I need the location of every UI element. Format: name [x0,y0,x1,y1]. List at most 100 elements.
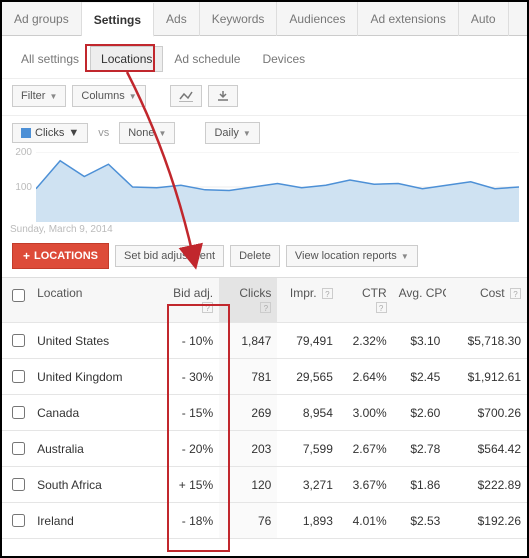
subtab-ad-schedule[interactable]: Ad schedule [163,46,251,72]
tab-keywords[interactable]: Keywords [200,2,278,36]
row-checkbox[interactable] [12,334,25,347]
chart-svg [36,152,519,222]
row-checkbox[interactable] [12,406,25,419]
cell-avg-cpc: $1.86 [393,467,447,503]
columns-dropdown[interactable]: Columns ▼ [72,85,145,107]
row-checkbox[interactable] [12,370,25,383]
tab-ad-groups[interactable]: Ad groups [2,2,82,36]
chart-type-button[interactable] [170,85,202,107]
caret-down-icon: ▼ [49,92,57,101]
row-checkbox-cell [2,503,31,539]
header-impr[interactable]: Impr. ? [277,278,339,323]
tabs-top: Ad groupsSettingsAdsKeywordsAudiencesAd … [2,2,527,36]
cell-bid-adj: + 15% [154,467,219,503]
granularity-label: Daily [214,127,238,139]
table-row[interactable]: Australia- 20%2037,5992.67%$2.78$564.42 [2,431,527,467]
cell-cost: $192.26 [446,503,527,539]
chart-controls: Clicks ▼ vs None ▼ Daily ▼ [2,116,527,150]
cell-ctr: 2.32% [339,323,393,359]
cell-cost: $1,912.61 [446,359,527,395]
table-row[interactable]: United States- 10%1,84779,4912.32%$3.10$… [2,323,527,359]
table-row[interactable]: Ireland- 18%761,8934.01%$2.53$192.26 [2,503,527,539]
help-icon[interactable]: ? [260,302,271,313]
add-locations-label: LOCATIONS [34,250,98,262]
row-checkbox-cell [2,323,31,359]
view-location-reports-dropdown[interactable]: View location reports ▼ [286,245,418,267]
set-bid-adjustment-button[interactable]: Set bid adjustment [115,245,224,267]
cell-location: South Africa [31,467,154,503]
subtab-locations[interactable]: Locations [90,46,163,72]
tab-auto[interactable]: Auto [459,2,509,36]
cell-avg-cpc: $2.60 [393,395,447,431]
add-locations-button[interactable]: + LOCATIONS [12,243,109,269]
table-header-row: Location Bid adj.? Clicks? Impr. ? CTR? … [2,278,527,323]
subtab-all-settings[interactable]: All settings [10,46,90,72]
header-ctr[interactable]: CTR? [339,278,393,323]
filter-dropdown[interactable]: Filter ▼ [12,85,66,107]
help-icon[interactable]: ? [376,302,387,313]
cell-clicks: 76 [219,503,277,539]
chart-area: 200 100 [36,152,519,222]
header-cost[interactable]: Cost ? [446,278,527,323]
metric-secondary-dropdown[interactable]: None ▼ [119,122,175,144]
table-row[interactable]: South Africa+ 15%1203,2713.67%$1.86$222.… [2,467,527,503]
metric-primary-dropdown[interactable]: Clicks ▼ [12,123,88,143]
set-bid-label: Set bid adjustment [124,250,215,262]
header-location[interactable]: Location [31,278,154,323]
chart-date-label: Sunday, March 9, 2014 [2,222,527,235]
table-row[interactable]: United Kingdom- 30%78129,5652.64%$2.45$1… [2,359,527,395]
metric-primary-label: Clicks [35,127,64,139]
header-checkbox-cell [2,278,31,323]
download-button[interactable] [208,85,238,107]
delete-label: Delete [239,250,271,262]
locations-table-wrap: Location Bid adj.? Clicks? Impr. ? CTR? … [2,277,527,539]
plus-icon: + [23,251,30,261]
cell-clicks: 781 [219,359,277,395]
tab-ad-extensions[interactable]: Ad extensions [358,2,458,36]
row-checkbox[interactable] [12,514,25,527]
cell-cost: $700.26 [446,395,527,431]
cell-impr: 29,565 [277,359,339,395]
tab-ads[interactable]: Ads [154,2,200,36]
cell-location: Canada [31,395,154,431]
granularity-dropdown[interactable]: Daily ▼ [205,122,259,144]
actions-row: + LOCATIONS Set bid adjustment Delete Vi… [2,235,527,277]
table-row[interactable]: Canada- 15%2698,9543.00%$2.60$700.26 [2,395,527,431]
cell-avg-cpc: $2.45 [393,359,447,395]
select-all-checkbox[interactable] [12,289,25,302]
cell-avg-cpc: $2.53 [393,503,447,539]
caret-down-icon: ▼ [68,127,79,139]
cell-location: United Kingdom [31,359,154,395]
cell-clicks: 269 [219,395,277,431]
chart-ytick: 100 [15,182,32,193]
row-checkbox[interactable] [12,442,25,455]
cell-impr: 8,954 [277,395,339,431]
cell-location: Ireland [31,503,154,539]
help-icon[interactable]: ? [322,288,333,299]
cell-ctr: 2.64% [339,359,393,395]
delete-button[interactable]: Delete [230,245,280,267]
row-checkbox-cell [2,395,31,431]
row-checkbox[interactable] [12,478,25,491]
help-icon[interactable]: ? [202,302,213,313]
tab-audiences[interactable]: Audiences [277,2,358,36]
line-chart-icon [179,90,193,102]
metric-secondary-label: None [128,127,154,139]
subtab-devices[interactable]: Devices [251,46,316,72]
header-avg-cpc[interactable]: Avg. CPC ? [393,278,447,323]
chart-ytick: 200 [15,147,32,158]
cell-ctr: 2.67% [339,431,393,467]
help-icon[interactable]: ? [510,288,521,299]
caret-down-icon: ▼ [159,129,167,138]
cell-ctr: 3.67% [339,467,393,503]
header-bid-adj[interactable]: Bid adj.? [154,278,219,323]
cell-impr: 7,599 [277,431,339,467]
cell-impr: 3,271 [277,467,339,503]
cell-clicks: 120 [219,467,277,503]
cell-bid-adj: - 30% [154,359,219,395]
caret-down-icon: ▼ [129,92,137,101]
tab-settings[interactable]: Settings [82,3,154,37]
cell-avg-cpc: $2.78 [393,431,447,467]
header-clicks[interactable]: Clicks? [219,278,277,323]
row-checkbox-cell [2,467,31,503]
